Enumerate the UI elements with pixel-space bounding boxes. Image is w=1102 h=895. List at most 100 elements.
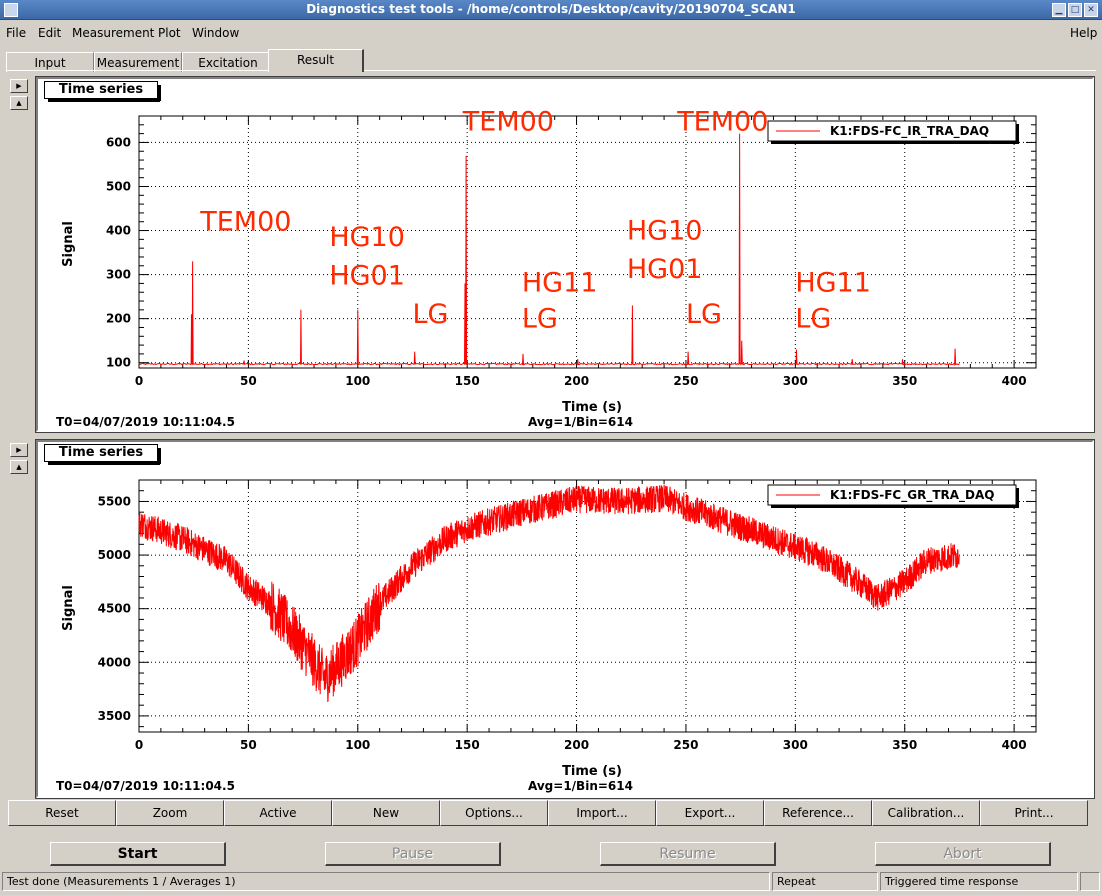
- x-tick-label: 0: [135, 738, 143, 752]
- peak-annotation: TEM00: [199, 207, 291, 238]
- y-tick-label: 600: [106, 135, 131, 149]
- x-tick-label: 50: [240, 738, 257, 752]
- pause-button[interactable]: Pause: [325, 842, 501, 866]
- y-tick-label: 5000: [98, 548, 131, 562]
- abort-button[interactable]: Abort: [875, 842, 1051, 866]
- x-tick-label: 250: [673, 738, 698, 752]
- print-button[interactable]: Print...: [980, 800, 1088, 826]
- resume-button[interactable]: Resume: [600, 842, 776, 866]
- status-message: Test done (Measurements 1 / Averages 1): [2, 872, 770, 891]
- peak-annotation: HG01: [329, 260, 405, 291]
- export-button[interactable]: Export...: [656, 800, 764, 826]
- new-button[interactable]: New: [332, 800, 440, 826]
- peak-annotation: LG: [795, 303, 831, 334]
- x-axis-label: Time (s): [562, 764, 622, 779]
- panel-title: Time series: [44, 81, 161, 102]
- menu-file[interactable]: File: [6, 26, 26, 40]
- peak-annotation: HG11: [522, 267, 598, 298]
- y-tick-label: 4500: [98, 602, 131, 616]
- menu-measurement[interactable]: Measurement: [72, 26, 154, 40]
- series-line: [138, 484, 960, 703]
- x-tick-label: 350: [892, 738, 917, 752]
- x-tick-label: 200: [564, 738, 589, 752]
- x-tick-label: 150: [455, 374, 480, 388]
- plot-ir-transmission[interactable]: 0 50 100 150 200 250 300 350 400 100 200 300 400 500 6…: [38, 79, 1092, 430]
- x-tick-label: 250: [673, 374, 698, 388]
- zoom-button[interactable]: Zoom: [116, 800, 224, 826]
- avg-bin-label: Avg=1/Bin=614: [528, 779, 633, 793]
- peak-annotation: TEM00: [676, 107, 768, 138]
- x-tick-label: 100: [345, 374, 370, 388]
- x-tick-label: 350: [892, 374, 917, 388]
- reference-button[interactable]: Reference...: [764, 800, 872, 826]
- panel-title: Time series: [44, 444, 161, 465]
- collapse-up-icon[interactable]: ▲: [10, 460, 28, 474]
- start-button[interactable]: Start: [50, 842, 226, 866]
- y-axis-label: Signal: [61, 585, 76, 631]
- status-mode: Repeat: [772, 872, 878, 891]
- collapse-up-icon[interactable]: ▲: [10, 96, 28, 110]
- peak-annotation: LG: [522, 303, 558, 334]
- menu-edit[interactable]: Edit: [38, 26, 61, 40]
- peak-annotation: TEM00: [462, 107, 554, 138]
- y-tick-label: 500: [106, 179, 131, 193]
- calibration-button[interactable]: Calibration...: [872, 800, 980, 826]
- minimize-icon[interactable]: ▁: [1052, 3, 1066, 17]
- import-button[interactable]: Import...: [548, 800, 656, 826]
- legend-label: K1:FDS-FC_IR_TRA_DAQ: [830, 124, 989, 139]
- peak-annotation: LG: [686, 299, 722, 330]
- x-tick-label: 300: [783, 738, 808, 752]
- y-tick-label: 200: [106, 312, 131, 326]
- x-tick-label: 300: [783, 374, 808, 388]
- x-tick-label: 0: [135, 374, 143, 388]
- y-tick-label: 300: [106, 268, 131, 282]
- title-bar: Diagnostics test tools - /home/controls/…: [0, 0, 1102, 20]
- tab-input[interactable]: Input: [6, 52, 94, 72]
- status-bar: Test done (Measurements 1 / Averages 1) …: [0, 872, 1102, 891]
- y-tick-label: 4000: [98, 655, 131, 669]
- x-tick-label: 400: [1002, 738, 1027, 752]
- reset-button[interactable]: Reset: [8, 800, 116, 826]
- tab-excitation[interactable]: Excitation: [182, 52, 274, 72]
- active-button[interactable]: Active: [224, 800, 332, 826]
- close-icon[interactable]: ✕: [1084, 3, 1098, 17]
- plot-panel-ir[interactable]: 0 50 100 150 200 250 300 350 400 100 200 300 400 500 6…: [35, 76, 1095, 433]
- x-tick-label: 200: [564, 374, 589, 388]
- peak-annotation: HG10: [627, 215, 703, 246]
- tab-divider: [6, 70, 1096, 71]
- tab-measurement[interactable]: Measurement: [94, 52, 182, 72]
- y-axis-label: Signal: [61, 221, 76, 267]
- options-button[interactable]: Options...: [440, 800, 548, 826]
- status-type: Triggered time response: [880, 872, 1078, 891]
- y-tick-label: 5500: [98, 494, 131, 508]
- plot-gr-transmission[interactable]: 0 50 100 150 200 250 300 350 400 3500 4000 4500 5000…: [38, 442, 1092, 796]
- peak-annotation: HG11: [795, 267, 871, 298]
- x-tick-label: 100: [345, 738, 370, 752]
- maximize-icon[interactable]: □: [1068, 3, 1082, 17]
- x-tick-label: 400: [1002, 374, 1027, 388]
- menu-bar: File Edit Measurement Plot Window Help: [0, 22, 1102, 44]
- resize-grip-icon[interactable]: [1080, 872, 1100, 891]
- y-tick-label: 100: [106, 356, 131, 370]
- x-tick-label: 150: [455, 738, 480, 752]
- t0-label: T0=04/07/2019 10:11:04.5: [56, 779, 235, 793]
- y-tick-label: 400: [106, 224, 131, 238]
- menu-window[interactable]: Window: [192, 26, 239, 40]
- peak-annotation: HG01: [627, 254, 703, 285]
- plot-panel-gr[interactable]: 0 50 100 150 200 250 300 350 400 3500 4000 4500 5000…: [35, 439, 1095, 799]
- expand-right-icon[interactable]: ▶: [10, 443, 28, 457]
- legend-label: K1:FDS-FC_GR_TRA_DAQ: [830, 488, 994, 503]
- avg-bin-label: Avg=1/Bin=614: [528, 415, 633, 429]
- expand-right-icon[interactable]: ▶: [10, 79, 28, 93]
- menu-help[interactable]: Help: [1070, 26, 1097, 40]
- x-axis-label: Time (s): [562, 400, 622, 415]
- x-tick-label: 50: [240, 374, 257, 388]
- plot-frame: [138, 115, 1037, 369]
- menu-plot[interactable]: Plot: [158, 26, 181, 40]
- tab-result[interactable]: Result: [268, 49, 364, 72]
- window-title: Diagnostics test tools - /home/controls/…: [306, 2, 796, 16]
- y-tick-label: 3500: [98, 709, 131, 723]
- t0-label: T0=04/07/2019 10:11:04.5: [56, 415, 235, 429]
- peak-annotation: LG: [412, 299, 448, 330]
- peak-annotation: HG10: [329, 222, 405, 253]
